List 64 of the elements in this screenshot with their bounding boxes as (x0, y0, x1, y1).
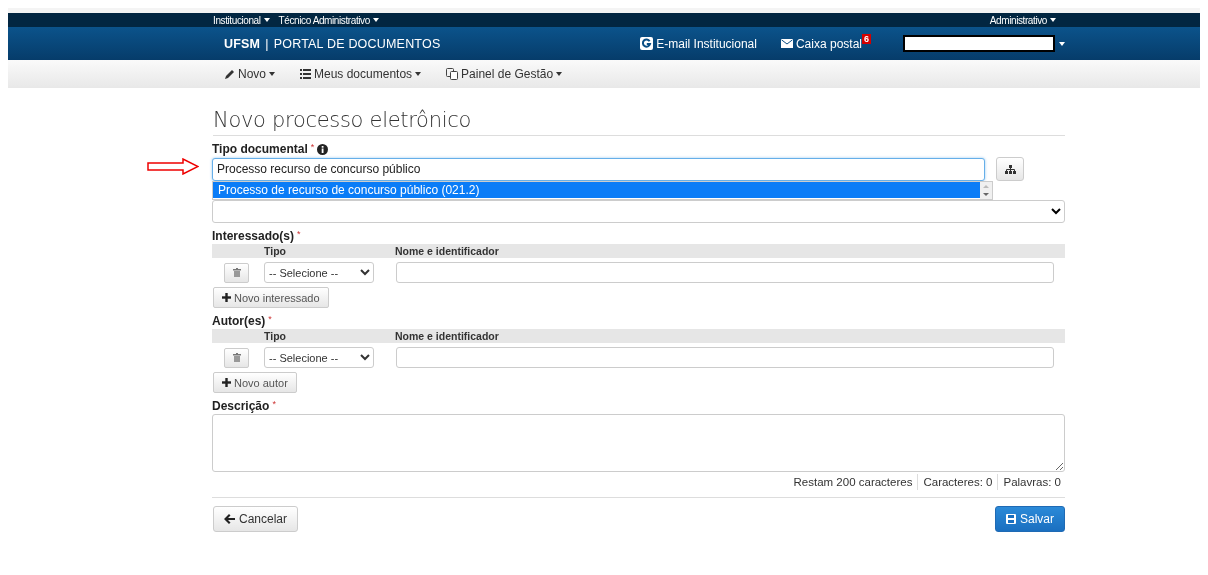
arrow-icon (147, 158, 199, 175)
name-field[interactable] (396, 347, 1054, 368)
menu-link[interactable]: Administrativo (989, 14, 1056, 26)
menu-link[interactable]: Técnico Administrativo (278, 14, 379, 26)
caret-icon[interactable] (1059, 41, 1065, 46)
field-label: Tipo documental (212, 142, 308, 156)
document-type-field[interactable]: Processo recurso de concurso público (212, 157, 985, 181)
envelope-icon (780, 39, 793, 48)
caret-icon (556, 72, 563, 76)
caret-icon (1050, 18, 1056, 22)
suggestion-item[interactable]: Processo de recurso de concurso público (021.2) (213, 182, 980, 198)
plus-icon (222, 293, 231, 302)
nav-menu[interactable]: Meus documentos (300, 67, 422, 81)
trash-icon (232, 268, 241, 277)
nav-menu[interactable]: Painel de Gestão (446, 67, 563, 81)
left-arrow-icon (224, 514, 235, 524)
page-title: Novo processo eletrônico (213, 108, 1065, 136)
field-label: Descrição (212, 399, 270, 413)
field-label: Autor(es) (212, 314, 266, 328)
hierarchy-button[interactable] (996, 157, 1024, 181)
copy-icon (446, 68, 459, 80)
required-mark: * (268, 314, 272, 324)
column-header: Nome e identificador (395, 245, 499, 257)
delete-button[interactable] (224, 262, 249, 283)
counter-text: Restam 200 caracteres (792, 475, 914, 490)
type-select[interactable]: -- Selecione -- (264, 347, 374, 368)
site-title: PORTAL DE DOCUMENTOS (273, 36, 441, 51)
menu-link[interactable]: Institucional (213, 14, 270, 26)
required-mark: * (310, 142, 315, 152)
info-icon (317, 143, 329, 155)
count-badge: 6 (862, 34, 871, 44)
nav-menu[interactable]: Novo (224, 67, 275, 81)
caret-icon (263, 18, 270, 22)
delete-button[interactable] (224, 347, 249, 368)
counter-text: Palavras: 0 (997, 474, 1065, 490)
separator-text: | (265, 36, 269, 51)
name-field[interactable] (396, 262, 1054, 283)
required-mark: * (297, 229, 301, 239)
counter-text: Caracteres: 0 (917, 474, 998, 490)
select-field[interactable] (212, 200, 1065, 223)
list-icon (300, 69, 311, 79)
mailbox-link[interactable]: Caixa postal (780, 36, 862, 51)
trash-icon (232, 353, 241, 362)
field-label: Interessado(s) (212, 229, 295, 243)
column-header: Tipo (264, 245, 287, 257)
email-link[interactable]: E-mail Institucional (640, 36, 757, 51)
plus-icon (222, 378, 231, 387)
pencil-icon (224, 68, 235, 80)
description-field[interactable] (212, 414, 1065, 472)
scrollbar[interactable] (980, 182, 992, 199)
add-button[interactable]: Novo interessado (213, 287, 329, 308)
hierarchy-icon (1004, 164, 1016, 174)
logo-icon (640, 37, 654, 50)
column-header: Nome e identificador (395, 330, 499, 342)
cancel-button[interactable]: Cancelar (213, 506, 299, 532)
brand-name: UFSM (224, 36, 261, 51)
caret-icon (415, 72, 422, 76)
required-mark: * (272, 399, 276, 409)
caret-icon (372, 18, 379, 22)
caret-icon (269, 72, 275, 76)
type-select[interactable]: -- Selecione -- (264, 262, 374, 283)
column-header: Tipo (264, 330, 287, 342)
add-button[interactable]: Novo autor (213, 372, 297, 393)
save-button[interactable]: Salvar (995, 506, 1065, 532)
